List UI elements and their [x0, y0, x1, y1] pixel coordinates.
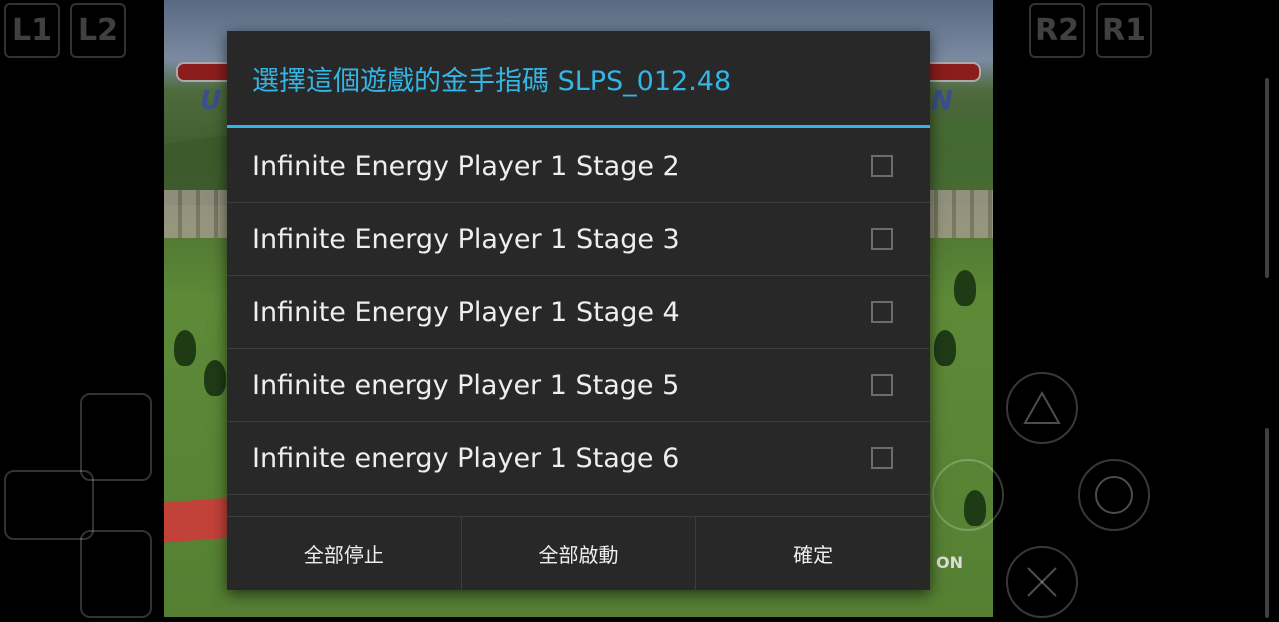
cheat-label: Infinite energy Player 1 Stage 5 [252, 369, 680, 401]
red-floor-marker [164, 497, 234, 543]
dpad-left[interactable] [4, 470, 94, 540]
cross-button[interactable] [1006, 546, 1078, 618]
tree [174, 330, 196, 366]
cheat-item[interactable]: Infinite Energy Player 1 Stage 3 [227, 203, 930, 276]
cross-icon [1027, 567, 1057, 597]
dpad-up[interactable] [80, 393, 152, 481]
circle-icon [1095, 476, 1133, 514]
start-all-button[interactable]: 全部啟動 [462, 517, 697, 590]
cheat-label: Infinite Energy Player 1 Stage 4 [252, 296, 680, 328]
cheat-checkbox[interactable] [871, 155, 893, 177]
cheat-item[interactable]: Infinite Energy Player 1 Stage 2 [227, 130, 930, 203]
tree [934, 330, 956, 366]
triangle-button[interactable] [1006, 372, 1078, 444]
cheat-dialog: 選擇這個遊戲的金手指碼 SLPS_012.48 Infinite Energy … [227, 31, 930, 590]
game-logo-right: N [931, 86, 953, 116]
cheat-label: Infinite Energy Player 1 Stage 3 [252, 223, 680, 255]
cheat-list[interactable]: Infinite Energy Player 1 Stage 2 Infinit… [227, 130, 930, 550]
dialog-button-bar: 全部停止 全部啟動 確定 [227, 516, 930, 590]
dialog-title: 選擇這個遊戲的金手指碼 SLPS_012.48 [227, 31, 930, 128]
scroll-indicator [1265, 428, 1269, 618]
cheat-item[interactable]: Infinite energy Player 1 Stage 6 [227, 422, 930, 495]
tree [204, 360, 226, 396]
square-button[interactable] [932, 459, 1004, 531]
triangle-icon [1023, 390, 1061, 424]
cheat-checkbox[interactable] [871, 301, 893, 323]
dpad-down[interactable] [80, 530, 152, 618]
circle-button[interactable] [1078, 459, 1150, 531]
tree [954, 270, 976, 306]
cheat-item[interactable]: Infinite Energy Player 1 Stage 4 [227, 276, 930, 349]
cheat-checkbox[interactable] [871, 447, 893, 469]
confirm-button[interactable]: 確定 [696, 517, 930, 590]
cheat-item[interactable]: Infinite energy Player 1 Stage 5 [227, 349, 930, 422]
cheat-label: Infinite energy Player 1 Stage 6 [252, 442, 680, 474]
stop-all-button[interactable]: 全部停止 [227, 517, 462, 590]
cheat-checkbox[interactable] [871, 228, 893, 250]
hud-text: ON [936, 553, 963, 572]
l2-button[interactable]: L2 [70, 3, 126, 58]
r1-button[interactable]: R1 [1096, 3, 1152, 58]
r2-button[interactable]: R2 [1029, 3, 1085, 58]
l1-button[interactable]: L1 [4, 3, 60, 58]
cheat-checkbox[interactable] [871, 374, 893, 396]
cheat-label: Infinite Energy Player 1 Stage 2 [252, 150, 680, 182]
game-logo-left: U [200, 86, 222, 116]
scroll-indicator [1265, 78, 1269, 278]
